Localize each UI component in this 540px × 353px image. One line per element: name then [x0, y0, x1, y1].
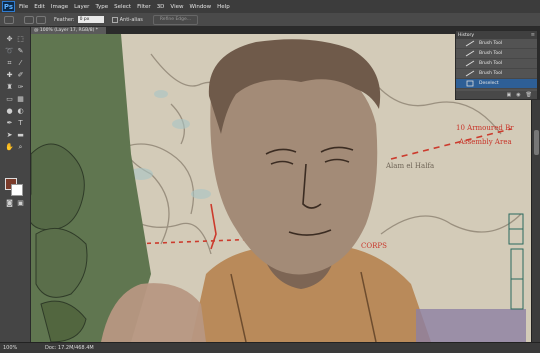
- healing-icon[interactable]: ✚: [5, 71, 14, 80]
- menu-layer[interactable]: Layer: [74, 4, 89, 10]
- eraser-icon[interactable]: ▭: [5, 95, 14, 104]
- shape-icon[interactable]: ▬: [16, 131, 25, 140]
- zoom-icon[interactable]: ⌕: [16, 143, 25, 152]
- history-item-label: Brush Tool: [479, 71, 503, 76]
- marquee-icon[interactable]: ⬚: [16, 35, 25, 44]
- menu-file[interactable]: File: [19, 4, 28, 10]
- menu-image[interactable]: Image: [51, 4, 68, 10]
- lasso-icon[interactable]: ➰: [5, 47, 14, 56]
- deselect-icon: [466, 80, 474, 87]
- brush-icon[interactable]: ✐: [16, 71, 25, 80]
- path-select-icon[interactable]: ➤: [5, 131, 14, 140]
- menu-view[interactable]: View: [170, 4, 183, 10]
- eyedropper-icon[interactable]: ⁄: [16, 59, 25, 68]
- menu-help[interactable]: Help: [217, 4, 230, 10]
- new-selection-icon[interactable]: [24, 15, 34, 24]
- trash-icon[interactable]: 🗑: [526, 92, 532, 98]
- document-tab[interactable]: @ 100% (Layer 17, RGB/8) *: [31, 27, 106, 34]
- antialias-checkbox[interactable]: [111, 16, 118, 23]
- menu-edit[interactable]: Edit: [34, 4, 45, 10]
- history-panel-footer: ▣ ◉ 🗑: [456, 91, 537, 99]
- panel-menu-icon[interactable]: ≡: [531, 32, 535, 38]
- history-panel-header: History ≡: [456, 31, 537, 39]
- menu-window[interactable]: Window: [189, 4, 211, 10]
- move-icon[interactable]: ✥: [5, 35, 14, 44]
- history-item[interactable]: Brush Tool: [456, 59, 537, 69]
- snapshot-icon[interactable]: ◉: [516, 92, 520, 98]
- blur-icon[interactable]: ●: [5, 107, 14, 116]
- scrollbar-thumb[interactable]: [534, 130, 539, 155]
- document-info: Doc: 17.2M/468.4M: [45, 345, 94, 351]
- photoshop-logo: Ps: [2, 1, 15, 12]
- map-label-armoured: 10 Armoured Br: [456, 124, 514, 132]
- status-bar: 100% Doc: 17.2M/468.4M: [0, 342, 540, 353]
- menu-filter[interactable]: Filter: [137, 4, 151, 10]
- menu-bar: Ps File Edit Image Layer Type Select Fil…: [0, 0, 540, 14]
- zoom-level[interactable]: 100%: [3, 345, 25, 351]
- brush-icon: [465, 50, 475, 57]
- menu-select[interactable]: Select: [114, 4, 131, 10]
- new-document-from-state-icon[interactable]: ▣: [507, 92, 512, 98]
- quick-select-icon[interactable]: ✎: [16, 47, 25, 56]
- feather-label: Feather:: [54, 16, 75, 23]
- brush-icon: [465, 70, 475, 77]
- brush-icon: [465, 60, 475, 67]
- history-item-label: Brush Tool: [479, 51, 503, 56]
- history-panel: History ≡ Brush Tool Brush Tool Brush To…: [455, 30, 538, 100]
- pen-icon[interactable]: ✒: [5, 119, 14, 128]
- hand-icon[interactable]: ✋: [5, 143, 14, 152]
- history-item[interactable]: Brush Tool: [456, 49, 537, 59]
- brush-icon: [465, 40, 475, 47]
- dodge-icon[interactable]: ◐: [16, 107, 25, 116]
- refine-edge-button[interactable]: Refine Edge...: [152, 14, 199, 25]
- menu-type[interactable]: Type: [95, 4, 108, 10]
- history-panel-title[interactable]: History: [458, 33, 474, 38]
- history-item-label: Deselect: [479, 81, 499, 86]
- background-color-swatch[interactable]: [11, 184, 23, 196]
- options-bar: Feather: 0 px Anti-alias Refine Edge...: [0, 13, 540, 27]
- menu-3d[interactable]: 3D: [157, 4, 165, 10]
- crop-icon[interactable]: ⌗: [5, 59, 14, 68]
- type-icon[interactable]: T: [16, 119, 25, 128]
- feather-input[interactable]: 0 px: [77, 16, 104, 23]
- antialias-label: Anti-alias: [119, 16, 143, 23]
- stamp-icon[interactable]: ♜: [5, 83, 14, 92]
- history-item-label: Brush Tool: [479, 61, 503, 66]
- history-brush-icon[interactable]: ✑: [16, 83, 25, 92]
- map-label-corps: CORPS: [361, 242, 387, 250]
- history-item[interactable]: Brush Tool: [456, 69, 537, 79]
- map-label-assembly: Assembly Area: [459, 138, 512, 146]
- tools-panel: ✥ ⬚ ➰ ✎ ⌗ ⁄ ✚ ✐ ♜ ✑ ▭ ▦ ● ◐ ✒ T ➤ ▬ ✋ ⌕ …: [0, 27, 31, 342]
- screen-mode-icon[interactable]: ▣: [16, 199, 25, 208]
- history-item-active[interactable]: Deselect: [456, 79, 537, 89]
- map-label-alam: Alam el Halfa: [386, 162, 435, 170]
- history-item-label: Brush Tool: [479, 41, 503, 46]
- quick-mask-icon[interactable]: ◙: [5, 199, 14, 208]
- history-item[interactable]: Brush Tool: [456, 39, 537, 49]
- vertical-scrollbar[interactable]: [531, 100, 540, 342]
- tool-preset-icon[interactable]: [4, 15, 14, 24]
- add-selection-icon[interactable]: [36, 15, 46, 24]
- gradient-icon[interactable]: ▦: [16, 95, 25, 104]
